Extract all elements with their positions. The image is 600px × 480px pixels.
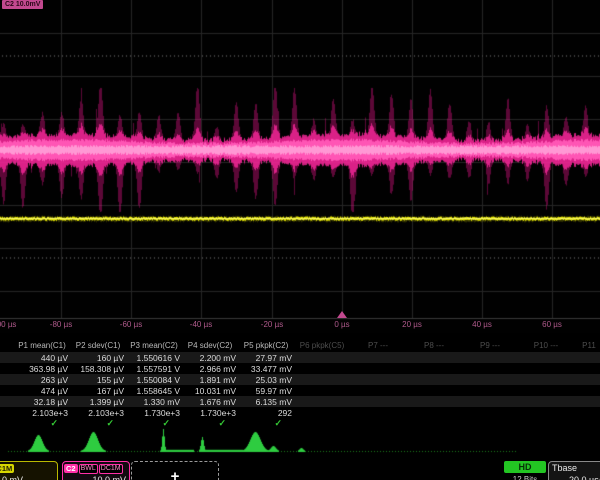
param-value: 2.200 mV xyxy=(182,353,238,363)
param-value: 25.03 mV xyxy=(238,375,294,385)
param-value: 2.966 mV xyxy=(182,364,238,374)
param-value: 155 µV xyxy=(70,375,126,385)
time-axis-label: -100 µs xyxy=(0,320,16,329)
trace-corner-label: C2 10.0mV xyxy=(2,0,43,9)
c2-descriptor-box[interactable]: C2 BWL DC1M 10.0 mV xyxy=(62,461,130,480)
timebase-label: Tbase xyxy=(549,462,600,473)
param-value: 1.730e+3 xyxy=(182,408,238,418)
time-axis-label: 0 µs xyxy=(334,320,349,329)
param-value: 1.558645 V xyxy=(126,386,182,396)
param-header[interactable]: P5 pkpk(C2) xyxy=(238,341,294,350)
param-header[interactable]: P9 --- xyxy=(462,341,518,350)
param-value: 27.97 mV xyxy=(238,353,294,363)
param-value: 1.399 µV xyxy=(70,397,126,407)
param-value: 1.730e+3 xyxy=(126,408,182,418)
param-header[interactable]: P6 pkpk(C5) xyxy=(294,341,350,350)
param-header[interactable]: P3 mean(C2) xyxy=(126,341,182,350)
param-value: 263 µV xyxy=(14,375,70,385)
descriptor-bar: DC1M 20.0 mV C2 BWL DC1M 10.0 mV + HD 12… xyxy=(0,460,600,480)
trigger-position-marker[interactable] xyxy=(337,311,347,318)
c2-coupling-badge: DC1M xyxy=(99,464,123,474)
param-header[interactable]: P8 --- xyxy=(406,341,462,350)
time-axis-label: -20 µs xyxy=(261,320,283,329)
param-value: 440 µV xyxy=(14,353,70,363)
param-value: 1.676 mV xyxy=(182,397,238,407)
param-header[interactable]: P2 sdev(C1) xyxy=(70,341,126,350)
time-axis-label: 20 µs xyxy=(402,320,422,329)
histicon-strip[interactable] xyxy=(0,428,600,458)
param-value: 33.477 mV xyxy=(238,364,294,374)
waveform-display[interactable] xyxy=(0,0,600,333)
c2-channel-badge: C2 xyxy=(64,464,78,473)
param-header[interactable]: P7 --- xyxy=(350,341,406,350)
param-header[interactable]: P11 xyxy=(574,341,600,350)
time-axis-label: -40 µs xyxy=(190,320,212,329)
param-value: 158.308 µV xyxy=(70,364,126,374)
c1-scale: 20.0 mV xyxy=(0,475,23,480)
param-value: 1.550084 V xyxy=(126,375,182,385)
c1-descriptor-box[interactable]: DC1M 20.0 mV xyxy=(0,461,58,480)
param-header[interactable]: P4 sdev(C2) xyxy=(182,341,238,350)
timebase-scale: 20.0 µs/div xyxy=(549,473,600,480)
add-trace-button[interactable]: + xyxy=(131,461,219,480)
param-value: 292 xyxy=(238,408,294,418)
measurement-table: P1 mean(C1)P2 sdev(C1)P3 mean(C2)P4 sdev… xyxy=(0,339,600,429)
param-value: 2.103e+3 xyxy=(14,408,70,418)
param-value: 59.97 mV xyxy=(238,386,294,396)
param-value: 474 µV xyxy=(14,386,70,396)
c1-coupling-badge: DC1M xyxy=(0,464,14,473)
param-value: 6.135 mV xyxy=(238,397,294,407)
param-value: 363.98 µV xyxy=(14,364,70,374)
time-axis: -100 µs -80 µs -60 µs -40 µs -20 µs 0 µs 20 µs… xyxy=(0,320,600,333)
time-axis-label: 40 µs xyxy=(472,320,492,329)
param-value: 1.550616 V xyxy=(126,353,182,363)
param-value: 1.330 mV xyxy=(126,397,182,407)
param-value: 2.103e+3 xyxy=(70,408,126,418)
param-value: 32.18 µV xyxy=(14,397,70,407)
oscilloscope-screen: C2 10.0mV -100 µs -80 µs -60 µs -40 µs -20 µ… xyxy=(0,0,600,480)
param-value: 160 µV xyxy=(70,353,126,363)
param-value: 167 µV xyxy=(70,386,126,396)
time-axis-label: 60 µs xyxy=(542,320,562,329)
param-value: 10.031 mV xyxy=(182,386,238,396)
hd-bits-label: 12 Bits xyxy=(504,475,546,480)
time-axis-label: -60 µs xyxy=(120,320,142,329)
hd-mode-badge[interactable]: HD xyxy=(504,461,546,473)
time-axis-label: -80 µs xyxy=(50,320,72,329)
param-header[interactable]: P1 mean(C1) xyxy=(14,341,70,350)
c2-bandwidth-badge: BWL xyxy=(79,464,98,474)
param-value: 1.891 mV xyxy=(182,375,238,385)
param-header[interactable]: P10 --- xyxy=(518,341,574,350)
c2-scale: 10.0 mV xyxy=(63,475,129,480)
param-value: 1.557591 V xyxy=(126,364,182,374)
timebase-box[interactable]: Tbase 20.0 µs/div xyxy=(548,461,600,480)
plus-icon: + xyxy=(171,468,180,480)
